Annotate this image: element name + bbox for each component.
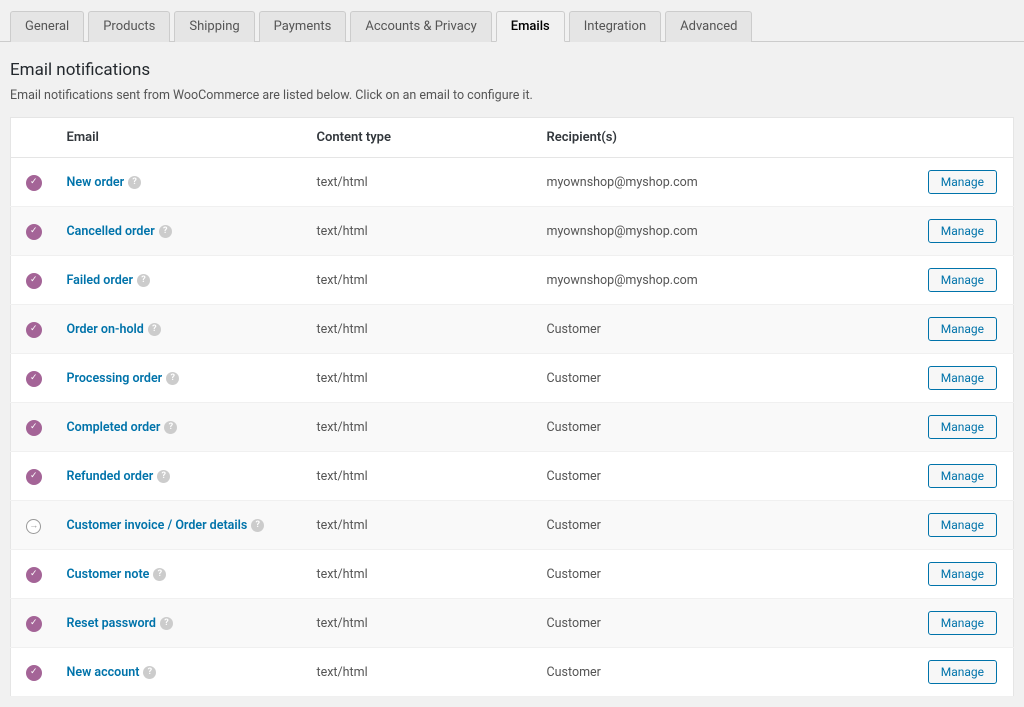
manage-button[interactable]: Manage bbox=[928, 268, 997, 292]
help-tip-icon[interactable]: ? bbox=[137, 274, 150, 287]
settings-tabs: GeneralProductsShippingPaymentsAccounts … bbox=[0, 0, 1024, 42]
table-row: ✓ Reset password? text/htmlCustomer Manage bbox=[11, 599, 1014, 648]
content-type-cell: text/html bbox=[307, 354, 537, 403]
status-enabled-icon: ✓ bbox=[26, 322, 42, 338]
manage-button[interactable]: Manage bbox=[928, 219, 997, 243]
recipient-cell: myownshop@myshop.com bbox=[537, 256, 918, 305]
recipient-cell: Customer bbox=[537, 452, 918, 501]
content-type-cell: text/html bbox=[307, 550, 537, 599]
table-row: ✓ Processing order? text/htmlCustomer Manag… bbox=[11, 354, 1014, 403]
email-link[interactable]: Completed order bbox=[67, 420, 161, 435]
help-tip-icon[interactable]: ? bbox=[153, 568, 166, 581]
help-tip-icon[interactable]: ? bbox=[157, 470, 170, 483]
email-link[interactable]: Processing order bbox=[67, 371, 163, 386]
tab-shipping[interactable]: Shipping bbox=[174, 11, 254, 42]
table-row: ✓ Order on-hold? text/htmlCustomer Manage bbox=[11, 305, 1014, 354]
recipient-cell: myownshop@myshop.com bbox=[537, 207, 918, 256]
email-link[interactable]: Reset password bbox=[67, 616, 156, 631]
help-tip-icon[interactable]: ? bbox=[160, 617, 173, 630]
section-description: Email notifications sent from WooCommerc… bbox=[0, 88, 1024, 117]
content-type-cell: text/html bbox=[307, 501, 537, 550]
tab-advanced[interactable]: Advanced bbox=[665, 11, 752, 42]
content-type-cell: text/html bbox=[307, 599, 537, 648]
content-type-cell: text/html bbox=[307, 158, 537, 207]
recipient-cell: Customer bbox=[537, 550, 918, 599]
table-row: ✓ Failed order? text/htmlmyownshop@myshop.… bbox=[11, 256, 1014, 305]
col-header-status bbox=[11, 118, 57, 158]
recipient-cell: Customer bbox=[537, 648, 918, 697]
col-header-email: Email bbox=[57, 118, 307, 158]
status-enabled-icon: ✓ bbox=[26, 224, 42, 240]
help-tip-icon[interactable]: ? bbox=[166, 372, 179, 385]
content-type-cell: text/html bbox=[307, 403, 537, 452]
email-link[interactable]: New account bbox=[67, 665, 140, 680]
recipient-cell: Customer bbox=[537, 354, 918, 403]
content-type-cell: text/html bbox=[307, 452, 537, 501]
table-row: ✓ Completed order? text/htmlCustomer Manage bbox=[11, 403, 1014, 452]
recipient-cell: Customer bbox=[537, 501, 918, 550]
manage-button[interactable]: Manage bbox=[928, 415, 997, 439]
email-link[interactable]: Customer note bbox=[67, 567, 150, 582]
status-enabled-icon: ✓ bbox=[26, 371, 42, 387]
email-link[interactable]: Refunded order bbox=[67, 469, 154, 484]
manage-button[interactable]: Manage bbox=[928, 562, 997, 586]
manage-button[interactable]: Manage bbox=[928, 317, 997, 341]
help-tip-icon[interactable]: ? bbox=[159, 225, 172, 238]
help-tip-icon[interactable]: ? bbox=[143, 666, 156, 679]
manage-button[interactable]: Manage bbox=[928, 611, 997, 635]
section-title: Email notifications bbox=[0, 42, 1024, 88]
content-type-cell: text/html bbox=[307, 305, 537, 354]
col-header-manage bbox=[918, 118, 1014, 158]
email-link[interactable]: Cancelled order bbox=[67, 224, 155, 239]
table-row: → Customer invoice / Order details? text/h… bbox=[11, 501, 1014, 550]
status-enabled-icon: ✓ bbox=[26, 469, 42, 485]
status-enabled-icon: ✓ bbox=[26, 616, 42, 632]
recipient-cell: Customer bbox=[537, 305, 918, 354]
tab-emails[interactable]: Emails bbox=[496, 11, 565, 42]
status-enabled-icon: ✓ bbox=[26, 567, 42, 583]
help-tip-icon[interactable]: ? bbox=[164, 421, 177, 434]
table-row: ✓ New order? text/htmlmyownshop@myshop.com… bbox=[11, 158, 1014, 207]
email-link[interactable]: New order bbox=[67, 175, 125, 190]
col-header-recipients: Recipient(s) bbox=[537, 118, 918, 158]
help-tip-icon[interactable]: ? bbox=[128, 176, 141, 189]
email-link[interactable]: Failed order bbox=[67, 273, 133, 288]
tab-general[interactable]: General bbox=[10, 11, 84, 42]
tab-payments[interactable]: Payments bbox=[259, 11, 347, 42]
status-enabled-icon: ✓ bbox=[26, 175, 42, 191]
col-header-content-type: Content type bbox=[307, 118, 537, 158]
manage-button[interactable]: Manage bbox=[928, 170, 997, 194]
help-tip-icon[interactable]: ? bbox=[148, 323, 161, 336]
status-enabled-icon: ✓ bbox=[26, 665, 42, 681]
content-type-cell: text/html bbox=[307, 648, 537, 697]
tab-products[interactable]: Products bbox=[88, 11, 170, 42]
email-link[interactable]: Customer invoice / Order details bbox=[67, 518, 248, 533]
manage-button[interactable]: Manage bbox=[928, 660, 997, 684]
recipient-cell: Customer bbox=[537, 599, 918, 648]
help-tip-icon[interactable]: ? bbox=[251, 519, 264, 532]
recipient-cell: Customer bbox=[537, 403, 918, 452]
manage-button[interactable]: Manage bbox=[928, 464, 997, 488]
table-row: ✓ Cancelled order? text/htmlmyownshop@mysh… bbox=[11, 207, 1014, 256]
recipient-cell: myownshop@myshop.com bbox=[537, 158, 918, 207]
status-enabled-icon: ✓ bbox=[26, 420, 42, 436]
tab-integration[interactable]: Integration bbox=[569, 11, 661, 42]
manage-button[interactable]: Manage bbox=[928, 366, 997, 390]
table-row: ✓ New account? text/htmlCustomer Manage bbox=[11, 648, 1014, 697]
email-notifications-table: Email Content type Recipient(s) ✓ New ord… bbox=[10, 117, 1014, 697]
tab-accounts-privacy[interactable]: Accounts & Privacy bbox=[350, 11, 491, 42]
content-type-cell: text/html bbox=[307, 256, 537, 305]
content-type-cell: text/html bbox=[307, 207, 537, 256]
manage-button[interactable]: Manage bbox=[928, 513, 997, 537]
table-row: ✓ Refunded order? text/htmlCustomer Manage bbox=[11, 452, 1014, 501]
table-row: ✓ Customer note? text/htmlCustomer Manage bbox=[11, 550, 1014, 599]
email-link[interactable]: Order on-hold bbox=[67, 322, 144, 337]
status-manual-icon: → bbox=[26, 519, 41, 534]
status-enabled-icon: ✓ bbox=[26, 273, 42, 289]
